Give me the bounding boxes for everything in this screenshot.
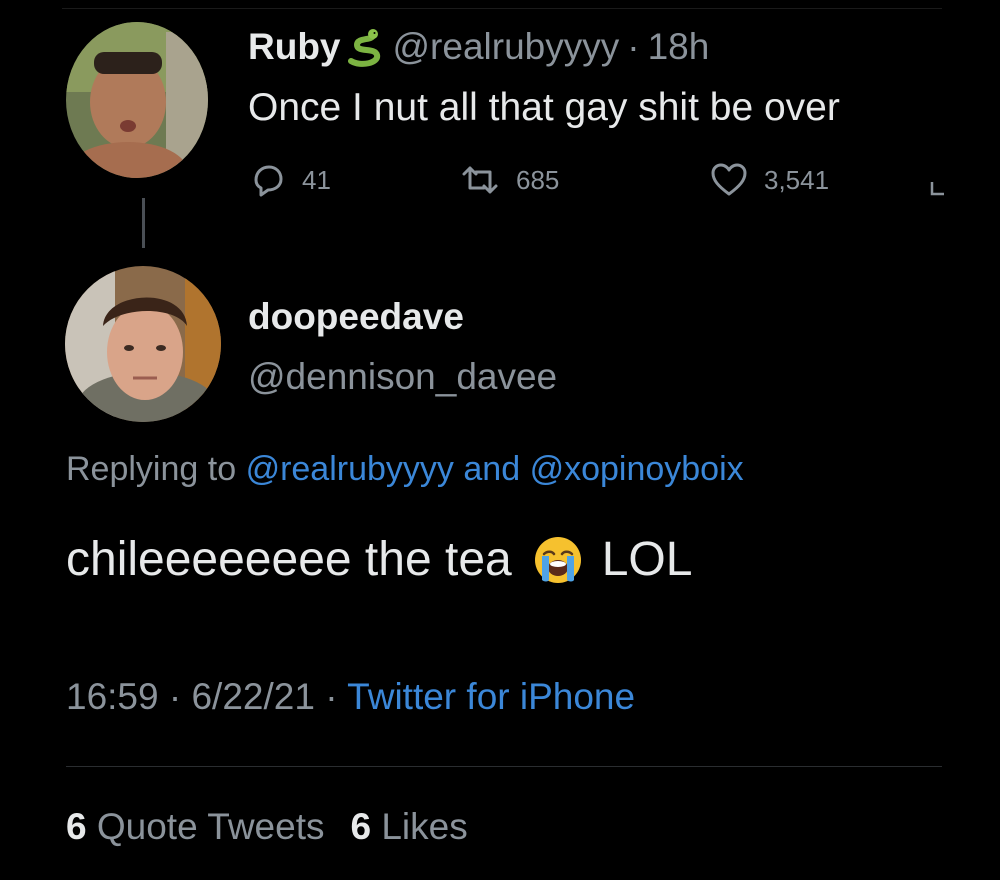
snake-icon	[345, 27, 385, 67]
tweet-source-link[interactable]: Twitter for iPhone	[347, 676, 635, 717]
heart-icon	[711, 163, 747, 196]
retweet-count: 685	[516, 164, 560, 195]
likes-stat[interactable]: 6 Likes	[350, 806, 467, 847]
meta-separator: ·	[168, 676, 182, 717]
reply-avatar-image	[65, 266, 221, 422]
top-divider	[62, 8, 942, 9]
replying-to-label: Replying to	[66, 450, 237, 488]
tweet-meta-line: 16:59 · 6/22/21 · Twitter for iPhone	[66, 676, 635, 718]
parent-display-name[interactable]: Ruby	[248, 26, 341, 68]
reply-tweet-text: chileeeeeeee the tea LOL	[66, 532, 692, 587]
replying-and-label: and	[463, 450, 521, 488]
reply-count: 41	[302, 164, 331, 195]
loudly-crying-face-icon	[532, 534, 584, 586]
reply-icon	[254, 165, 283, 197]
quote-tweets-stat[interactable]: 6 Quote Tweets	[66, 806, 324, 847]
tweet-date[interactable]: 6/22/21	[191, 676, 314, 717]
likes-count: 6	[350, 806, 372, 847]
likes-label: Likes	[381, 806, 468, 847]
retweet-button[interactable]: 685	[458, 160, 559, 200]
parent-tweet-header: Ruby @realrubyyyy · 18h	[248, 26, 709, 68]
reply-text-before-emoji: chileeeeeeee the tea	[66, 533, 512, 586]
parent-tweet-actions: 41 685 3,541	[248, 160, 948, 204]
header-separator: ·	[627, 26, 640, 67]
parent-avatar-image	[66, 22, 208, 178]
reply-text-after-emoji: LOL	[601, 533, 693, 586]
thread-connector-line	[142, 198, 145, 248]
parent-handle[interactable]: @realrubyyyy	[393, 26, 620, 68]
share-button[interactable]	[928, 160, 948, 200]
stats-divider	[66, 766, 942, 767]
replying-mention-xopinoyboix[interactable]: @xopinoyboix	[530, 450, 744, 488]
tweet-stats: 6 Quote Tweets 6 Likes	[66, 806, 468, 848]
tweet-time[interactable]: 16:59	[66, 676, 159, 717]
parent-timestamp[interactable]: 18h	[648, 26, 710, 68]
reply-button[interactable]: 41	[248, 160, 331, 200]
replying-to-line: Replying to @realrubyyyy and @xopinoyboi…	[66, 450, 744, 489]
like-button[interactable]: 3,541	[708, 160, 829, 200]
reply-handle[interactable]: @dennison_davee	[248, 356, 557, 398]
reply-avatar[interactable]	[65, 266, 221, 422]
parent-tweet-text: Once I nut all that gay shit be over	[248, 86, 840, 129]
quote-tweets-count: 6	[66, 806, 87, 847]
reply-display-name[interactable]: doopeedave	[248, 296, 464, 338]
share-icon	[930, 182, 944, 196]
meta-separator: ·	[325, 676, 338, 717]
replying-mention-realrubyyyy[interactable]: @realrubyyyy	[246, 450, 454, 488]
parent-avatar[interactable]	[66, 22, 208, 178]
quote-tweets-label: Quote Tweets	[96, 806, 325, 847]
like-count: 3,541	[764, 164, 830, 195]
retweet-icon	[462, 166, 498, 194]
